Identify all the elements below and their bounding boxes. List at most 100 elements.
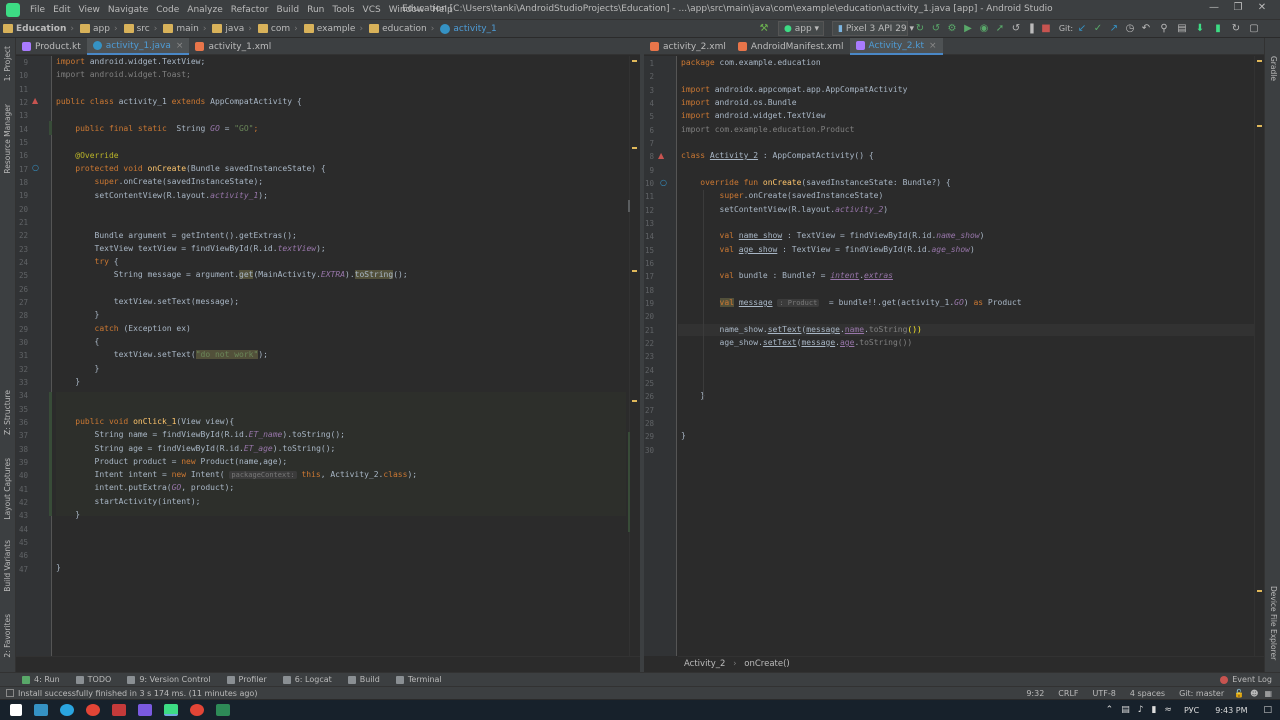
breadcrumb-education[interactable]: Education › [0,24,77,34]
tab-activity-2-xml[interactable]: activity_2.xml [644,38,732,55]
profiler-tool-button[interactable]: Profiler [219,675,275,684]
favorites-tab[interactable]: 2: Favorites [3,614,12,658]
debug-icon[interactable]: ⚙ [946,23,958,35]
right-editor[interactable] [678,56,1254,656]
logcat-tool-button[interactable]: 6: Logcat [275,675,340,684]
tab-product-kt[interactable]: Product.kt [16,38,87,55]
restart-icon[interactable]: ↺ [1010,23,1022,35]
override-gutter-icon[interactable]: ○ [660,178,667,187]
build-tool-button[interactable]: Build [340,675,388,684]
close-tab-icon[interactable]: × [929,41,937,51]
breadcrumb-main[interactable]: main › [160,24,209,34]
input-language[interactable]: РУС [1176,706,1207,715]
device-select[interactable]: ▮ Pixel 3 API 29 ▾ [832,21,914,36]
mail-icon[interactable] [34,704,48,716]
run-config-select[interactable]: ● app ▾ [778,21,824,36]
telegram-icon[interactable] [60,704,74,716]
tab-android-manifest[interactable]: AndroidManifest.xml [732,38,850,55]
left-scrollbar[interactable] [629,56,640,656]
breadcrumb-com[interactable]: com › [255,24,301,34]
run-tool-button[interactable]: 4: Run [14,675,68,684]
apply-changes-icon[interactable]: ↺ [930,23,942,35]
line-separator[interactable]: CRLF [1051,689,1085,698]
volume-icon[interactable]: ♪ [1134,705,1148,715]
tab-activity-1-java[interactable]: activity_1.java × [86,38,190,55]
menu-refactor[interactable]: Refactor [227,5,273,15]
status-message[interactable]: Install successfully finished in 3 s 174… [18,689,257,698]
breadcrumb-activity-1[interactable]: activity_1 [437,23,499,34]
tab-activity-2-kt[interactable]: Activity_2.kt × [849,38,943,55]
stop-icon[interactable]: ■ [1040,23,1052,35]
menu-analyze[interactable]: Analyze [183,5,226,15]
device-file-explorer-tab[interactable]: Device File Explorer [1269,586,1278,660]
menu-navigate[interactable]: Navigate [104,5,152,15]
sync-gradle-icon[interactable]: ↻ [1230,23,1242,35]
indent-setting[interactable]: 4 spaces [1123,689,1172,698]
menu-code[interactable]: Code [152,5,183,15]
notifications-icon[interactable]: □ [1255,705,1280,715]
visual-studio-icon[interactable] [138,704,152,716]
rollback-icon[interactable]: ↶ [1140,23,1152,35]
wifi-icon[interactable]: ≈ [1160,705,1176,715]
menu-build[interactable]: Build [273,5,304,15]
right-scrollbar[interactable] [1254,56,1264,656]
app-icon[interactable] [216,704,230,716]
breadcrumb-function[interactable]: onCreate() [744,659,789,669]
breadcrumb-class[interactable]: Activity_2 [684,659,725,669]
chrome-icon[interactable] [86,704,100,716]
profile-icon[interactable]: ◉ [978,23,990,35]
breadcrumb-java[interactable]: java › [209,24,254,34]
gradle-tab[interactable]: Gradle [1269,56,1278,81]
layout-captures-tab[interactable]: Layout Captures [3,458,12,520]
breadcrumb-example[interactable]: example › [301,24,366,34]
battery-icon[interactable]: ▮ [1147,705,1160,715]
build-variants-tab[interactable]: Build Variants [3,540,12,592]
breadcrumb-src[interactable]: src › [121,24,161,34]
menu-edit[interactable]: Edit [49,5,74,15]
breadcrumb-education-pkg[interactable]: education › [366,24,437,34]
tab-activity-1-xml[interactable]: activity_1.xml [189,38,277,55]
git-push-icon[interactable]: ↗ [1108,23,1120,35]
override-gutter-icon[interactable]: ○ [32,163,39,172]
inspector-icon[interactable]: ☻ [1247,689,1261,698]
maximize-icon[interactable]: ❐ [1228,2,1248,16]
hammer-icon[interactable]: ⚒ [758,23,770,35]
rerun-icon[interactable]: ↻ [914,23,926,35]
pause-icon[interactable]: ❚ [1026,23,1038,35]
file-encoding[interactable]: UTF-8 [1086,689,1123,698]
menu-file[interactable]: File [26,5,49,15]
android-studio-taskbar-icon[interactable] [164,704,178,716]
project-tool-tab[interactable]: 1: Project [3,46,12,81]
attach-debugger-icon[interactable]: ➚ [994,23,1006,35]
menu-view[interactable]: View [75,5,104,15]
git-branch[interactable]: Git: master [1172,689,1231,698]
sdk-manager-icon[interactable]: ⬇ [1194,23,1206,35]
media-icon[interactable] [112,704,126,716]
lock-icon[interactable]: 🔓 [1231,689,1247,698]
menu-run[interactable]: Run [303,5,328,15]
menu-tools[interactable]: Tools [328,5,358,15]
caret-position[interactable]: 9:32 [1019,689,1051,698]
menu-vcs[interactable]: VCS [359,5,385,15]
memory-icon[interactable]: ▦ [1261,689,1280,698]
project-structure-icon[interactable]: ▤ [1176,23,1188,35]
windows-start-icon[interactable] [10,704,22,716]
network-icon[interactable]: ▤ [1117,705,1134,715]
breadcrumb-app[interactable]: app › [77,24,121,34]
close-tab-icon[interactable]: × [176,41,184,51]
close-icon[interactable]: ✕ [1252,2,1272,16]
history-icon[interactable]: ◷ [1124,23,1136,35]
minimize-icon[interactable]: — [1204,2,1224,16]
scroll-thumb[interactable] [628,200,630,212]
search-icon[interactable]: ⚲ [1158,23,1170,35]
tray-arrow-icon[interactable]: ⌃ [1102,705,1118,715]
event-log-button[interactable]: Event Log [1212,675,1280,684]
coverage-icon[interactable]: ▶ [962,23,974,35]
structure-tool-tab[interactable]: Z: Structure [3,390,12,435]
avd-manager-icon[interactable]: ▮ [1212,23,1224,35]
todo-tool-button[interactable]: TODO [68,675,120,684]
terminal-tool-button[interactable]: Terminal [388,675,450,684]
git-commit-icon[interactable]: ✓ [1092,23,1104,35]
tool-windows-toggle-icon[interactable] [6,689,14,697]
opera-icon[interactable] [190,704,204,716]
